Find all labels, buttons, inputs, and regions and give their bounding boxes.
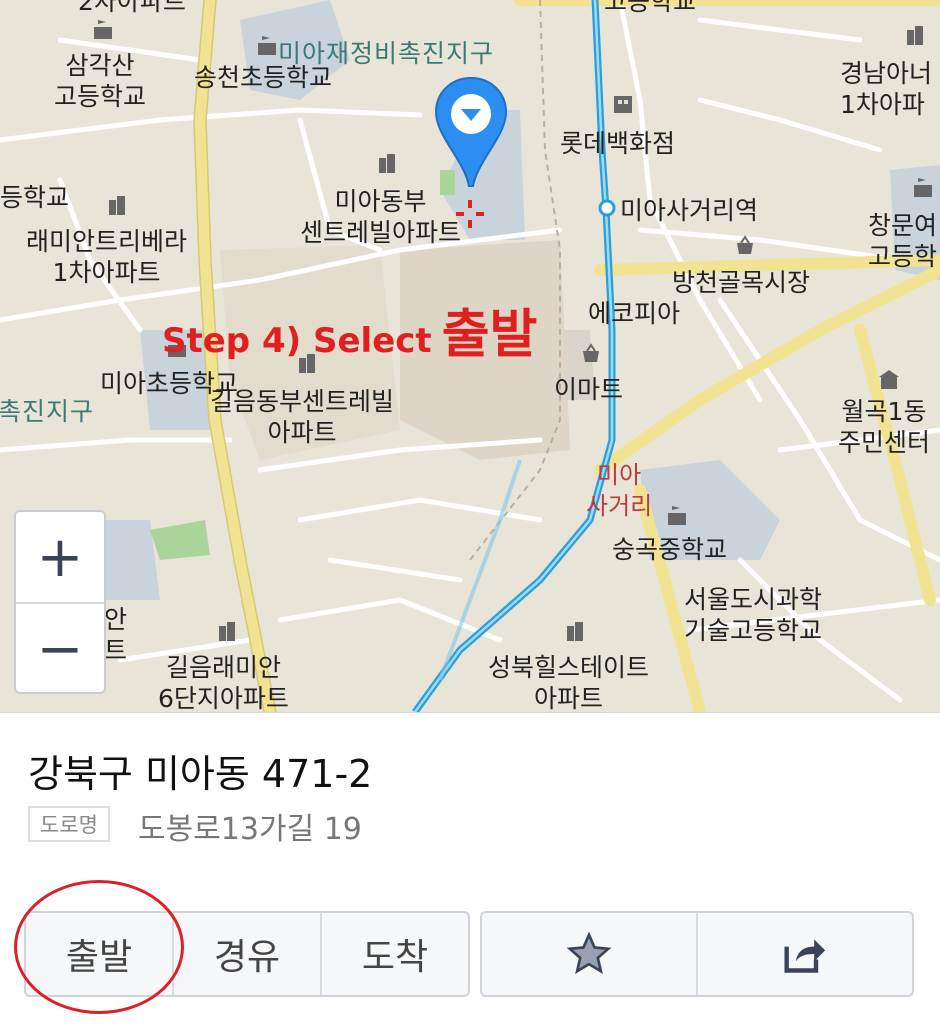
building-icon <box>109 196 125 215</box>
share-icon <box>784 939 826 973</box>
building-icon <box>379 154 395 173</box>
map-label: 래미안트리베라 1차아파트 <box>26 227 188 287</box>
map-label: 길음래미안 6단지아파트 <box>158 653 289 712</box>
map-label: 경남아너 1차아파 <box>840 59 933 119</box>
zoom-control: + − <box>14 510 106 694</box>
location-pin-icon[interactable] <box>432 74 510 200</box>
annotation-step-text: Step 4) Select <box>162 321 432 361</box>
map-label: 월곡1동 주민센터 <box>838 397 931 457</box>
tutorial-annotation: Step 4) Select 출발 <box>162 292 537 367</box>
school-icon <box>94 20 112 39</box>
zoom-in-button[interactable]: + <box>16 512 104 604</box>
school-icon <box>668 506 686 525</box>
place-info-panel: 강북구 미아동 471-2 도로명 도봉로13가길 19 출발 경유 도착 <box>0 712 940 1025</box>
road-address: 도봉로13가길 19 <box>138 812 362 847</box>
map-view[interactable]: 2차아파트 삼각산 고등학교 미아재정비촉진지구 송천초등학교 롯데백화점 미아… <box>0 0 940 712</box>
map-label: 이마트 <box>554 375 624 404</box>
depart-button[interactable]: 출발 <box>26 913 174 995</box>
map-label: 숭곡중학교 <box>612 535 728 564</box>
map-label: 촉진지구 <box>0 397 95 426</box>
map-label: 롯데백화점 <box>560 129 676 158</box>
place-address: 강북구 미아동 471-2 <box>28 752 373 796</box>
waypoint-button[interactable]: 경유 <box>174 913 322 995</box>
map-label: 에코피아 <box>588 299 681 328</box>
star-icon <box>566 931 612 975</box>
building-icon <box>219 622 235 641</box>
school-icon <box>914 178 932 197</box>
map-label: 미아 사거리 <box>586 461 653 520</box>
market-icon <box>737 235 753 254</box>
crosshair-icon <box>456 200 484 228</box>
annotation-highlight-text: 출발 <box>441 305 538 365</box>
map-label: 미아사거리역 <box>620 196 759 225</box>
department-store-icon <box>614 96 632 113</box>
road-name-badge: 도로명 <box>28 806 110 842</box>
school-icon <box>258 36 276 55</box>
map-label: 송천초등학교 <box>194 63 333 92</box>
arrive-button[interactable]: 도착 <box>322 913 468 995</box>
map-label: 등학교 <box>0 183 70 212</box>
map-label: 안 트 <box>104 605 128 665</box>
shopping-icon <box>583 343 599 362</box>
map-label: 창문여 고등학 <box>868 211 938 271</box>
community-center-icon <box>879 370 899 389</box>
map-label: 길음동부센트레빌 아파트 <box>210 387 395 447</box>
map-label: 성북힐스테이트 아파트 <box>488 653 650 712</box>
building-icon <box>907 26 923 45</box>
favorite-button[interactable] <box>482 913 698 995</box>
share-button[interactable] <box>698 913 912 995</box>
map-label: 서울도시과학 기술고등학교 <box>684 585 823 645</box>
route-button-group: 출발 경유 도착 <box>24 911 470 997</box>
map-label: 삼각산 고등학교 <box>54 51 147 111</box>
map-label: 2차아파트 <box>78 0 186 16</box>
zoom-out-button[interactable]: − <box>16 604 104 692</box>
map-label: 고등학교 <box>604 0 697 16</box>
extra-button-group <box>480 911 914 997</box>
map-label: 방천골목시장 <box>672 268 811 297</box>
building-icon <box>567 622 583 641</box>
